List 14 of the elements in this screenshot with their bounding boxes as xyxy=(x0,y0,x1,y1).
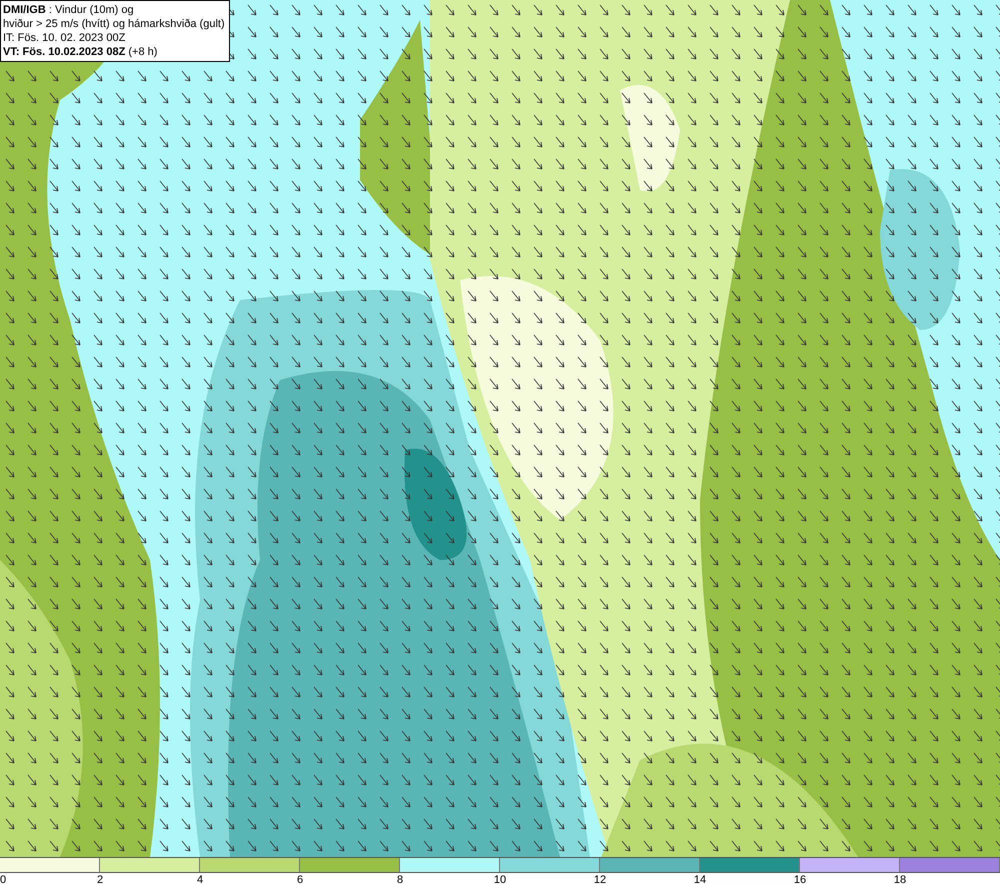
legend-label: 8 xyxy=(396,873,404,887)
legend-label: 2 xyxy=(96,873,104,887)
legend-label: 0 xyxy=(0,873,6,887)
legend-label: 18 xyxy=(894,873,906,887)
legend-label: 14 xyxy=(694,873,706,887)
legend-label: 10 xyxy=(494,873,506,887)
legend-label: 6 xyxy=(296,873,304,887)
info-text: DMI/IGB : Vindur (10m) og xyxy=(3,3,135,17)
legend-label: 12 xyxy=(594,873,606,887)
legend-label: 16 xyxy=(794,873,806,887)
info-text: hviður > 25 m/s (hvítt) og hámarkshviða (gult) xyxy=(3,17,226,31)
legend-label: 4 xyxy=(196,873,204,887)
info-text: VT: Fös. 10.02.2023 08Z (+8 h) xyxy=(3,45,158,59)
info-text: IT: Fös. 10. 02. 2023 00Z xyxy=(3,31,126,45)
